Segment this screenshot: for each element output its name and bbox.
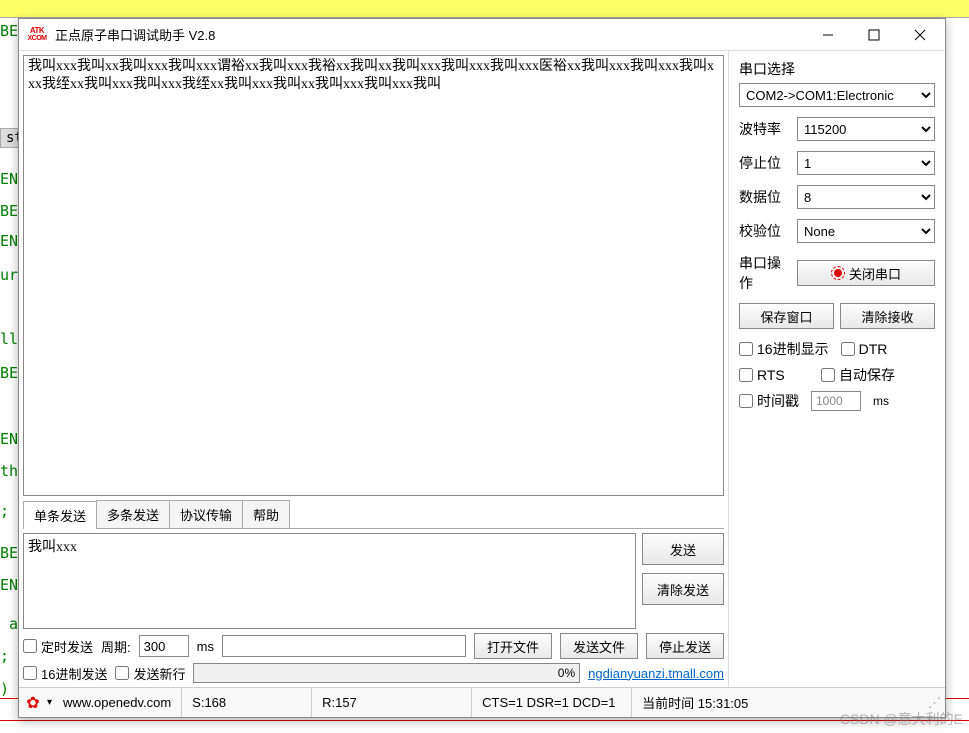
period-label: 周期: — [101, 637, 131, 656]
right-panel: 串口选择 COM2->COM1:Electronic 波特率 115200 停止… — [729, 51, 945, 687]
send-buttons: 发送 清除发送 — [642, 533, 724, 629]
bg-code-fragment: ) — [0, 680, 9, 698]
send-tabs: 单条发送 多条发送 协议传输 帮助 — [23, 500, 724, 529]
shop-link[interactable]: ngdianyuanzi.tmall.com — [588, 666, 724, 681]
minimize-button[interactable] — [805, 20, 851, 50]
port-status-icon — [831, 266, 845, 280]
timed-send-checkbox[interactable]: 定时发送 — [23, 637, 93, 656]
stopbits-label: 停止位 — [739, 153, 789, 173]
save-window-button[interactable]: 保存窗口 — [739, 303, 834, 329]
send-file-button[interactable]: 发送文件 — [560, 633, 638, 659]
status-signals: CTS=1 DSR=1 DCD=1 — [471, 688, 631, 717]
port-op-label: 串口操作 — [739, 253, 789, 293]
tab-multi-send[interactable]: 多条发送 — [96, 500, 170, 528]
clear-receive-button[interactable]: 清除接收 — [840, 303, 935, 329]
send-textarea[interactable]: 我叫xxx — [23, 533, 636, 629]
window-controls — [805, 20, 943, 50]
clear-send-button[interactable]: 清除发送 — [642, 573, 724, 605]
stop-send-button[interactable]: 停止发送 — [646, 633, 724, 659]
hex-send-checkbox[interactable]: 16进制发送 — [23, 664, 107, 683]
app-icon: ATK XCOM — [25, 26, 49, 44]
ms-label: ms — [197, 639, 214, 654]
parity-label: 校验位 — [739, 221, 789, 241]
bg-code-fragment: BE — [0, 364, 18, 382]
app-window: ATK XCOM 正点原子串口调试助手 V2.8 我叫xxx我叫xx我叫xxx我… — [18, 18, 946, 718]
hex-display-checkbox[interactable]: 16进制显示 — [739, 339, 829, 359]
file-path-input[interactable] — [222, 635, 466, 657]
close-button[interactable] — [897, 20, 943, 50]
dtr-checkbox[interactable]: DTR — [841, 341, 888, 357]
open-file-button[interactable]: 打开文件 — [474, 633, 552, 659]
status-received: R:157 — [311, 688, 471, 717]
timestamp-interval-input[interactable] — [811, 391, 861, 411]
bg-code-fragment: ; — [0, 502, 9, 520]
settings-gear-icon[interactable]: ✿ — [23, 693, 43, 713]
main-area: 我叫xxx我叫xx我叫xxx我叫xxx谓裕xx我叫xxx我裕xx我叫xx我叫xx… — [19, 51, 945, 687]
period-input[interactable] — [139, 635, 189, 657]
send-newline-checkbox[interactable]: 发送新行 — [115, 664, 185, 683]
progress-bar: 0% — [193, 663, 580, 683]
bg-code-fragment: a — [0, 615, 18, 633]
stopbits-select[interactable]: 1 — [797, 151, 935, 175]
send-button[interactable]: 发送 — [642, 533, 724, 565]
tab-help[interactable]: 帮助 — [242, 500, 290, 528]
bg-code-fragment: ll — [0, 330, 18, 348]
port-section-title: 串口选择 — [739, 59, 935, 79]
parity-select[interactable]: None — [797, 219, 935, 243]
bg-code-fragment: EN — [0, 232, 18, 250]
window-ops-row: 保存窗口 清除接收 — [739, 303, 935, 329]
left-column: 我叫xxx我叫xx我叫xxx我叫xxx谓裕xx我叫xxx我裕xx我叫xx我叫xx… — [19, 51, 729, 687]
baud-row: 波特率 115200 — [739, 117, 935, 141]
port-select[interactable]: COM2->COM1:Electronic — [739, 83, 935, 107]
maximize-icon — [868, 29, 880, 41]
bg-code-fragment: BE — [0, 22, 18, 40]
stopbits-row: 停止位 1 — [739, 151, 935, 175]
databits-label: 数据位 — [739, 187, 789, 207]
window-title: 正点原子串口调试助手 V2.8 — [55, 25, 805, 44]
databits-select[interactable]: 8 — [797, 185, 935, 209]
parity-row: 校验位 None — [739, 219, 935, 243]
hex-send-row: 16进制发送 发送新行 0% ngdianyuanzi.tmall.com — [23, 663, 724, 683]
baud-label: 波特率 — [739, 119, 789, 139]
send-row: 我叫xxx 发送 清除发送 — [23, 533, 724, 629]
status-sent: S:168 — [181, 688, 311, 717]
timestamp-checkbox[interactable]: 时间戳 — [739, 391, 799, 411]
baud-select[interactable]: 115200 — [797, 117, 935, 141]
settings-dropdown-icon[interactable]: ▾ — [47, 697, 59, 708]
bg-code-fragment: BE — [0, 544, 18, 562]
port-section: 串口选择 COM2->COM1:Electronic — [739, 59, 935, 107]
maximize-button[interactable] — [851, 20, 897, 50]
status-time: 当前时间 15:31:05 — [631, 688, 758, 717]
timed-send-row: 定时发送 周期: ms 打开文件 发送文件 停止发送 — [23, 633, 724, 659]
bg-highlight — [0, 0, 969, 18]
titlebar[interactable]: ATK XCOM 正点原子串口调试助手 V2.8 — [19, 19, 945, 51]
tab-single-send[interactable]: 单条发送 — [23, 501, 97, 529]
options-grid: 16进制显示 DTR RTS 自动保存 时间戳 ms — [739, 339, 935, 411]
statusbar: ✿ ▾ www.openedv.com S:168 R:157 CTS=1 DS… — [19, 687, 945, 717]
bg-code-fragment: EN — [0, 576, 18, 594]
status-url[interactable]: www.openedv.com — [59, 695, 181, 710]
close-port-button[interactable]: 关闭串口 — [797, 260, 935, 286]
bg-code-fragment: EN — [0, 430, 18, 448]
bg-code-fragment: th — [0, 462, 18, 480]
bg-redline — [0, 720, 969, 721]
autosave-checkbox[interactable]: 自动保存 — [821, 365, 895, 385]
close-icon — [914, 29, 926, 41]
bg-code-fragment: ; — [0, 647, 9, 665]
bg-code-fragment: BE — [0, 202, 18, 220]
rts-checkbox[interactable]: RTS — [739, 367, 809, 383]
minimize-icon — [822, 29, 834, 41]
port-op-row: 串口操作 关闭串口 — [739, 253, 935, 293]
bg-code-fragment: EN — [0, 170, 18, 188]
databits-row: 数据位 8 — [739, 185, 935, 209]
ts-ms-label: ms — [873, 394, 889, 408]
bg-code-fragment: ur — [0, 266, 18, 284]
resize-grip-icon[interactable]: ⋰ — [924, 695, 945, 711]
tab-protocol[interactable]: 协议传输 — [169, 500, 243, 528]
receive-textarea[interactable]: 我叫xxx我叫xx我叫xxx我叫xxx谓裕xx我叫xxx我裕xx我叫xx我叫xx… — [23, 55, 724, 496]
